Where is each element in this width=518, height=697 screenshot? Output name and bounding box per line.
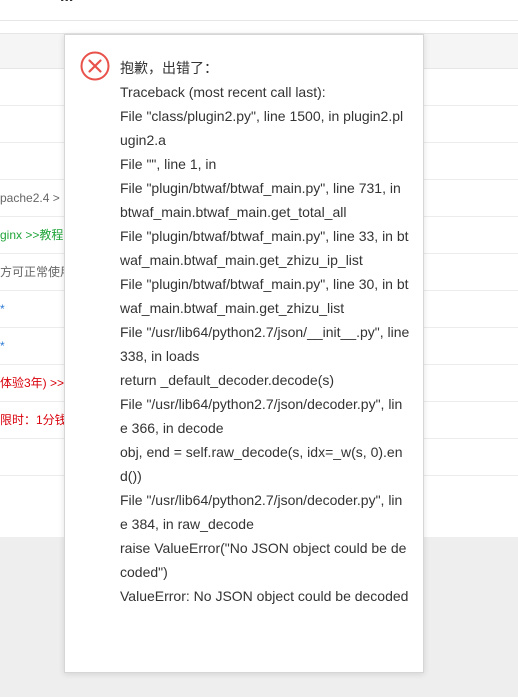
row-text: 方可正常使用 (0, 265, 73, 279)
promo-link[interactable]: 体验3年) >> (0, 376, 64, 390)
traceback-line: Traceback (most recent call last): (120, 84, 326, 100)
error-heading: 抱歉，出错了： (120, 60, 218, 76)
promo-text: 限时：1分钱 (0, 413, 67, 427)
traceback-line: File "/usr/lib64/python2.7/json/decoder.… (120, 396, 403, 436)
traceback-line: raise ValueError("No JSON object could b… (120, 540, 407, 580)
traceback-line: obj, end = self.raw_decode(s, idx=_w(s, … (120, 444, 403, 484)
error-x-circle-icon (80, 51, 110, 81)
tutorial-link[interactable]: ginx >>教程 (0, 228, 63, 242)
traceback-line: File "plugin/btwaf/btwaf_main.py", line … (120, 276, 409, 316)
traceback-line: File "class/plugin2.py", line 1500, in p… (120, 108, 404, 148)
error-message: 抱歉，出错了： Traceback (most recent call last… (120, 56, 410, 608)
row-text[interactable]: pache2.4 > (0, 191, 60, 205)
traceback-line: File "/usr/lib64/python2.7/json/decoder.… (120, 492, 403, 532)
row-link[interactable]: * (0, 339, 5, 353)
traceback-line: File "plugin/btwaf/btwaf_main.py", line … (120, 228, 409, 268)
traceback-line: File "plugin/btwaf/btwaf_main.py", line … (120, 180, 401, 220)
traceback-line: File "/usr/lib64/python2.7/json/__init__… (120, 324, 410, 364)
error-summary: ValueError: No JSON object could be deco… (120, 588, 409, 604)
page-title: ... (60, 0, 73, 6)
traceback-line: return _default_decoder.decode(s) (120, 372, 335, 388)
traceback-line: File "", line 1, in (120, 156, 217, 172)
error-dialog: 抱歉，出错了： Traceback (most recent call last… (64, 34, 424, 673)
page-header: ... (0, 0, 518, 21)
row-link[interactable]: * (0, 302, 5, 316)
